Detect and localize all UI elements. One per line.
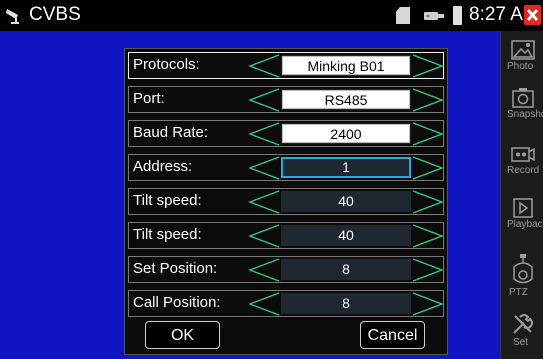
arrow-left-icon[interactable] <box>247 258 281 282</box>
arrow-left-icon[interactable] <box>247 156 281 180</box>
setting-value[interactable]: RS485 <box>281 89 411 110</box>
toolbar-playback[interactable]: Playback <box>501 197 543 230</box>
setting-value[interactable]: 8 <box>281 259 411 280</box>
arrow-left-icon[interactable] <box>247 88 281 112</box>
arrow-right-icon[interactable] <box>411 156 445 180</box>
arrow-left-icon[interactable] <box>247 122 281 146</box>
setting-value[interactable]: 40 <box>281 191 411 212</box>
setting-label: Address: <box>133 158 193 175</box>
arrow-left-icon[interactable] <box>247 224 281 248</box>
toolbar-set-label: Set <box>513 337 529 348</box>
arrow-left-icon[interactable] <box>247 190 281 214</box>
setting-row-port: Port: RS485 <box>128 86 444 113</box>
snapshot-icon <box>511 88 534 108</box>
toolbar-set[interactable]: Set <box>501 311 543 348</box>
setting-label: Tilt speed: <box>133 192 202 209</box>
battery-icon <box>453 6 462 25</box>
status-bar: CVBS 8:27 AM <box>0 0 543 31</box>
toolbar-playback-label: Playback <box>507 219 543 230</box>
arrow-right-icon[interactable] <box>411 224 445 248</box>
setting-value[interactable]: Minking B01 <box>281 55 411 76</box>
toolbar-ptz[interactable]: PTZ <box>501 253 543 298</box>
arrow-right-icon[interactable] <box>411 292 445 316</box>
setting-label: Set Position: <box>133 260 218 277</box>
usb-icon <box>424 12 444 20</box>
record-icon <box>510 147 535 162</box>
setting-row-address: Address: 1 <box>128 154 444 181</box>
arrow-right-icon[interactable] <box>411 258 445 282</box>
playback-icon <box>512 198 533 218</box>
close-icon[interactable] <box>524 5 541 25</box>
arrow-right-icon[interactable] <box>411 190 445 214</box>
setting-row-set-position: Set Position: 8 <box>128 256 444 283</box>
toolbar-ptz-label: PTZ <box>509 287 528 298</box>
setting-row-tilt-speed: Tilt speed: 40 <box>128 188 444 215</box>
side-toolbar: Photo Snapshot Record Playback <box>500 31 543 359</box>
ptz-camera-icon <box>512 254 533 284</box>
arrow-left-icon[interactable] <box>247 54 281 78</box>
setting-row-baud-rate: Baud Rate: 2400 <box>128 120 444 147</box>
app-title: CVBS <box>29 4 81 25</box>
toolbar-record[interactable]: Record <box>501 143 543 176</box>
arrow-right-icon[interactable] <box>411 54 445 78</box>
setting-value[interactable]: 2400 <box>281 123 411 144</box>
photo-icon <box>510 40 535 60</box>
ptz-settings-dialog: Protocols: Minking B01 Port: RS485 Baud … <box>124 48 448 355</box>
sd-card-icon <box>396 7 410 24</box>
setting-label: Tilt speed: <box>133 226 202 243</box>
setting-row-tilt-speed-2: Tilt speed: 40 <box>128 222 444 249</box>
camera-cctv-icon <box>6 9 19 24</box>
toolbar-snapshot-label: Snapshot <box>507 109 543 120</box>
setting-value[interactable]: 40 <box>281 225 411 246</box>
toolbar-snapshot[interactable]: Snapshot <box>501 87 543 120</box>
toolbar-photo-label: Photo <box>507 61 534 72</box>
setting-row-call-position: Call Position: 8 <box>128 290 444 317</box>
cancel-button[interactable]: Cancel <box>360 321 425 349</box>
toolbar-photo[interactable]: Photo <box>501 39 543 72</box>
setting-value[interactable]: 8 <box>281 293 411 314</box>
arrow-left-icon[interactable] <box>247 292 281 316</box>
arrow-right-icon[interactable] <box>411 122 445 146</box>
setting-label: Baud Rate: <box>133 124 209 141</box>
toolbar-record-label: Record <box>507 165 540 176</box>
setting-row-protocols: Protocols: Minking B01 <box>128 52 444 79</box>
ok-button[interactable]: OK <box>145 321 220 349</box>
setting-label: Call Position: <box>133 294 221 311</box>
setting-label: Protocols: <box>133 56 200 73</box>
setting-label: Port: <box>133 90 165 107</box>
setting-value[interactable]: 1 <box>281 157 411 178</box>
settings-tools-icon <box>512 314 533 334</box>
arrow-right-icon[interactable] <box>411 88 445 112</box>
